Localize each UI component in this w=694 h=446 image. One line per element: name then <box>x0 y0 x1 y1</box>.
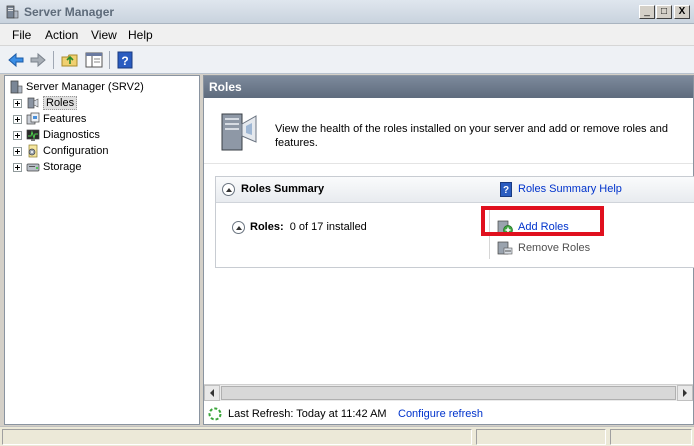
roles-summary-title: Roles Summary <box>241 183 325 195</box>
status-panel <box>610 429 692 445</box>
tree-item-roles[interactable]: Roles <box>13 95 78 111</box>
roles-status: Roles: 0 of 17 installed <box>250 221 367 233</box>
menu-file[interactable]: File <box>12 28 31 42</box>
configuration-icon <box>28 144 38 158</box>
back-arrow-icon[interactable] <box>6 50 26 70</box>
help-book-icon: ? <box>500 182 512 197</box>
scroll-right-button[interactable] <box>677 385 693 401</box>
roles-summary-header: Roles Summary ? Roles Summary Help <box>216 177 694 203</box>
svg-text:?: ? <box>121 54 128 68</box>
menu-action[interactable]: Action <box>45 28 78 42</box>
up-folder-icon[interactable] <box>60 50 80 70</box>
toolbar: ? <box>0 46 694 74</box>
server-manager-icon <box>10 80 23 94</box>
storage-icon <box>26 163 40 172</box>
menu-view[interactable]: View <box>91 28 117 42</box>
tree-item-configuration[interactable]: Configuration <box>13 143 108 159</box>
roles-server-icon <box>221 113 257 151</box>
roles-icon <box>27 97 39 109</box>
minimize-button[interactable]: _ <box>639 5 655 19</box>
expand-icon[interactable] <box>13 114 22 124</box>
menu-bar: File Action View Help <box>0 24 694 46</box>
close-button[interactable]: X <box>674 5 690 19</box>
add-roles-highlight <box>481 206 604 236</box>
features-icon <box>26 112 40 125</box>
horizontal-scrollbar[interactable] <box>204 384 693 401</box>
roles-installed-count: 0 of 17 installed <box>289 221 367 233</box>
collapse-roles-summary-icon[interactable] <box>222 183 235 196</box>
remove-roles-link[interactable]: Remove Roles <box>518 242 590 254</box>
chevron-left-icon <box>210 389 214 397</box>
refresh-bar: Last Refresh: Today at 11:42 AM Configur… <box>204 402 693 424</box>
status-panel <box>476 429 606 445</box>
forward-arrow-icon[interactable] <box>28 50 48 70</box>
tree-item-label: Storage <box>43 161 82 173</box>
roles-summary-panel: Roles Summary ? Roles Summary Help Roles… <box>215 176 694 268</box>
toolbar-separator <box>109 51 110 69</box>
title-bar: Server Manager _ □ X <box>0 0 694 24</box>
configure-refresh-link[interactable]: Configure refresh <box>398 408 483 420</box>
server-manager-icon <box>6 5 19 19</box>
content-pane: Roles View the health of the roles insta… <box>203 75 694 425</box>
expand-icon[interactable] <box>13 146 22 156</box>
tree-item-label: Configuration <box>43 145 109 157</box>
expand-icon[interactable] <box>13 98 22 108</box>
tree-item-label: Features <box>43 113 87 125</box>
console-tree: Server Manager (SRV2) Roles Features Dia… <box>4 75 200 425</box>
tree-item-diagnostics[interactable]: Diagnostics <box>13 127 100 143</box>
show-hide-console-tree-icon[interactable] <box>84 50 104 70</box>
collapse-roles-icon[interactable] <box>232 221 245 234</box>
tree-root[interactable]: Server Manager (SRV2) <box>9 79 144 95</box>
tree-item-label: Diagnostics <box>43 129 100 141</box>
roles-description: View the health of the roles installed o… <box>275 123 668 149</box>
menu-help[interactable]: Help <box>128 28 153 42</box>
window-title: Server Manager <box>24 5 115 19</box>
scroll-thumb[interactable] <box>221 386 676 400</box>
tree-item-storage[interactable]: Storage <box>13 159 82 175</box>
intro-section: View the health of the roles installed o… <box>204 98 693 164</box>
content-header: Roles <box>204 76 693 98</box>
help-icon[interactable]: ? <box>115 50 135 70</box>
refresh-icon[interactable] <box>207 406 223 422</box>
status-panel <box>2 429 472 445</box>
status-bar <box>0 426 694 446</box>
last-refresh-text: Last Refresh: Today at 11:42 AM <box>228 408 387 420</box>
remove-roles-icon <box>497 241 513 255</box>
roles-label: Roles: <box>250 221 284 233</box>
tree-item-label: Roles <box>43 96 78 110</box>
expand-icon[interactable] <box>13 162 22 172</box>
expand-icon[interactable] <box>13 130 22 140</box>
scroll-left-button[interactable] <box>204 385 220 401</box>
roles-summary-help-link[interactable]: Roles Summary Help <box>518 183 622 195</box>
diagnostics-icon <box>26 129 40 141</box>
tree-root-label: Server Manager (SRV2) <box>26 81 144 93</box>
svg-text:?: ? <box>503 185 509 196</box>
chevron-right-icon <box>683 389 687 397</box>
maximize-button[interactable]: □ <box>656 5 672 19</box>
toolbar-separator <box>53 51 54 69</box>
tree-item-features[interactable]: Features <box>13 111 86 127</box>
